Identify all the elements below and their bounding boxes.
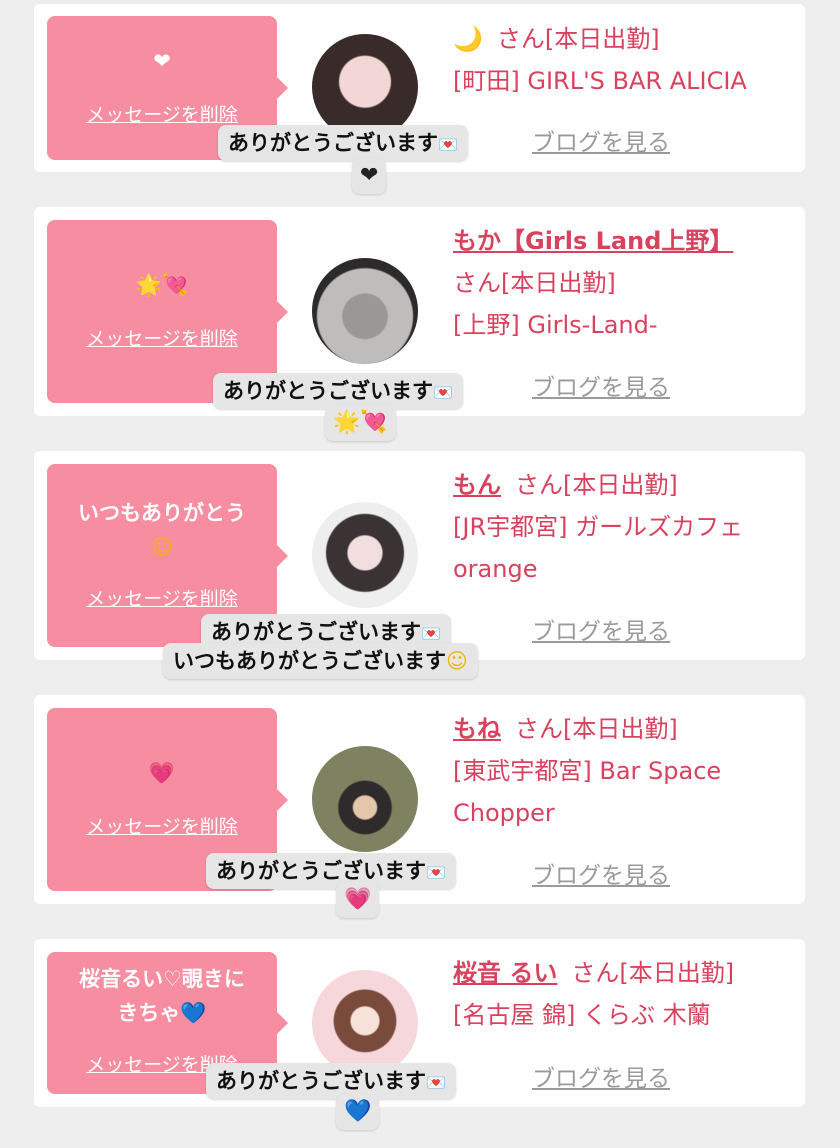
reply-text: いつもありがとうございます — [173, 649, 446, 673]
reply-chip: ありがとうございます💌 — [218, 125, 468, 161]
envelope-icon: 💌 — [426, 863, 446, 882]
delete-message-link[interactable]: メッセージを削除 — [47, 100, 277, 127]
shop-name: [東武宇都宮] Bar Space — [453, 757, 722, 785]
shop-name: [JR宇都宮] ガールズカフェ — [453, 513, 744, 541]
view-blog-link[interactable]: ブログを見る — [532, 1059, 670, 1093]
cast-name-link[interactable]: 桜音 るい — [453, 959, 557, 987]
avatar[interactable] — [312, 970, 418, 1076]
status-label: さん[本日出勤] — [496, 25, 660, 53]
cast-name-link[interactable]: もね — [453, 715, 501, 743]
reply-text: ありがとうございます — [228, 131, 438, 155]
envelope-icon: 💌 — [426, 1073, 446, 1092]
heart-icon: ❤ — [352, 158, 387, 194]
cast-name-line: もね さん[本日出勤] — [453, 708, 793, 750]
reply-text: ありがとうございます — [216, 1069, 426, 1093]
avatar[interactable] — [312, 746, 418, 852]
cast-name-link[interactable]: もん — [453, 471, 501, 499]
bubble-message-text: きちゃ — [117, 1001, 181, 1025]
avatar[interactable] — [312, 502, 418, 608]
star-heart-icons: 🌟💘 — [135, 273, 189, 297]
envelope-icon: 💌 — [433, 383, 453, 402]
cast-info: もん さん[本日出勤] [JR宇都宮] ガールズカフェ orange — [453, 464, 793, 590]
shop-name: [上野] Girls-Land- — [453, 311, 658, 339]
cast-name-line: 🌙 さん[本日出勤] — [453, 18, 793, 60]
reply-chip: ありがとうございます💌 — [206, 853, 456, 889]
view-blog-link[interactable]: ブログを見る — [532, 612, 670, 646]
delete-message-link[interactable]: メッセージを削除 — [47, 812, 277, 839]
delete-message-link[interactable]: メッセージを削除 — [47, 584, 277, 611]
status-label: さん[本日出勤] — [515, 715, 678, 743]
bubble-message-text: いつもありがとう — [78, 501, 246, 525]
cast-info: もか【Girls Land上野】 さん[本日出勤] [上野] Girls-Lan… — [453, 220, 793, 346]
shop-name-cont: Chopper — [453, 799, 555, 827]
smile-icon: ☺ — [151, 535, 173, 559]
status-label: さん[本日出勤] — [515, 471, 678, 499]
heart-icon: ❤ — [153, 49, 171, 73]
shop-name: [名古屋 錦] くらぶ 木蘭 — [453, 1001, 711, 1029]
reply-text: ありがとうございます — [216, 859, 426, 883]
delete-message-link[interactable]: メッセージを削除 — [47, 324, 277, 351]
envelope-icon: 💌 — [421, 624, 441, 643]
smile-icon: ☺ — [446, 649, 468, 673]
envelope-icon: 💌 — [438, 135, 458, 154]
blue-heart-icon: 💙 — [180, 1001, 207, 1025]
status-label: さん[本日出勤] — [571, 959, 735, 987]
cast-name-link[interactable]: もか【Girls Land上野】 — [453, 227, 733, 255]
view-blog-link[interactable]: ブログを見る — [532, 123, 670, 157]
cast-info: もね さん[本日出勤] [東武宇都宮] Bar Space Chopper — [453, 708, 793, 834]
avatar[interactable] — [312, 258, 418, 364]
moon-icon[interactable]: 🌙 — [453, 25, 483, 53]
blue-heart-icon: 💙 — [336, 1094, 380, 1130]
cast-name-line: もん さん[本日出勤] — [453, 464, 793, 506]
view-blog-link[interactable]: ブログを見る — [532, 856, 670, 890]
status-label: さん[本日出勤] — [453, 269, 616, 297]
reply-chip: ありがとうございます💌 — [213, 373, 463, 409]
reply-chip-secondary: いつもありがとうございます☺ — [163, 643, 478, 679]
cast-info: 🌙 さん[本日出勤] [町田] GIRL'S BAR ALICIA — [453, 18, 793, 102]
cast-info: 桜音 るい さん[本日出勤] [名古屋 錦] くらぶ 木蘭 — [453, 952, 793, 1036]
shop-name-cont: orange — [453, 555, 538, 583]
shop-name: [町田] GIRL'S BAR ALICIA — [453, 67, 747, 95]
reply-text: ありがとうございます — [211, 620, 421, 644]
bubble-message-text-cont: きちゃ💙 — [47, 996, 277, 1030]
reply-chip: ありがとうございます💌 — [206, 1063, 456, 1099]
cast-name-line: 桜音 るい さん[本日出勤] — [453, 952, 793, 994]
bubble-message-text: 桜音るい♡覗きに — [79, 967, 245, 991]
reply-text: ありがとうございます — [223, 379, 433, 403]
pink-heart-icon: 💗 — [336, 882, 380, 918]
star-heart-icons: 🌟💘 — [325, 405, 396, 441]
view-blog-link[interactable]: ブログを見る — [532, 368, 670, 402]
cast-name-line: もか【Girls Land上野】 — [453, 220, 793, 262]
pink-heart-icon: 💗 — [148, 761, 176, 785]
